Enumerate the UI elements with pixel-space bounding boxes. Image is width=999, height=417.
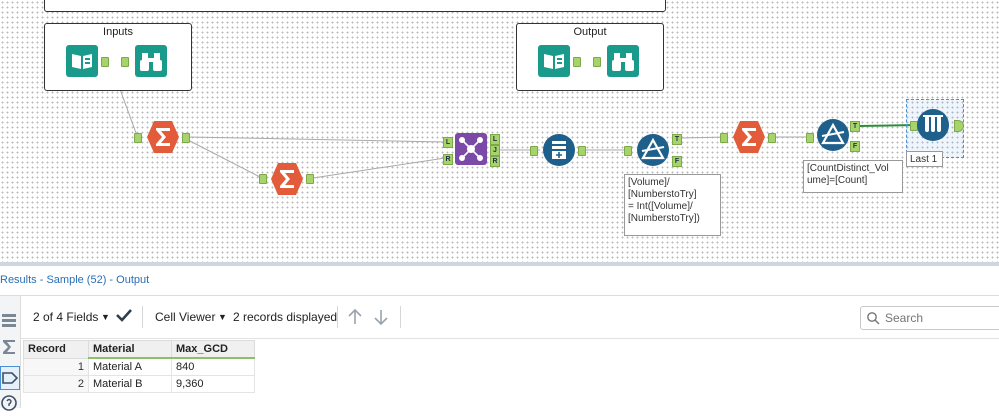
output-anchor[interactable] <box>101 57 109 67</box>
output-anchor[interactable] <box>182 133 190 143</box>
max-gcd-cell[interactable]: 9,360 <box>171 375 255 393</box>
sigma-icon <box>271 163 303 195</box>
input-anchor[interactable] <box>806 133 814 143</box>
container-title: Inputs <box>103 26 133 38</box>
input-anchor[interactable] <box>720 133 728 143</box>
join-right-anchor[interactable]: R <box>443 154 453 165</box>
join-icon <box>455 133 487 165</box>
input-anchor[interactable] <box>134 133 142 143</box>
column-header-record[interactable]: Record <box>23 340 89 359</box>
search-box[interactable] <box>860 306 999 330</box>
summarize-tool[interactable] <box>146 120 180 154</box>
filter-tool[interactable] <box>816 118 850 152</box>
input-anchor[interactable] <box>530 146 538 156</box>
sigma-icon[interactable] <box>0 336 18 358</box>
arrow-up-icon[interactable] <box>347 308 363 329</box>
table-row[interactable]: 1 Material A 840 <box>23 357 255 376</box>
input-anchor[interactable] <box>624 146 632 156</box>
browse-tool[interactable] <box>606 44 640 78</box>
output-anchor[interactable] <box>768 133 776 143</box>
tag-icon[interactable] <box>0 366 20 390</box>
material-cell[interactable]: Material A <box>88 357 172 376</box>
filter-false-anchor[interactable]: F <box>850 141 860 152</box>
toolbar-divider <box>400 306 401 328</box>
top-container-box[interactable] <box>44 0 666 12</box>
records-count: 2 records displayed <box>233 310 338 324</box>
book-icon <box>66 45 98 77</box>
checkmark-icon[interactable] <box>115 306 133 327</box>
output-data-tool[interactable] <box>537 44 571 78</box>
binoculars-icon <box>607 45 639 77</box>
table-view-icon[interactable] <box>0 310 18 332</box>
search-input[interactable] <box>883 309 997 327</box>
join-joined-output-anchor[interactable]: J <box>490 145 500 156</box>
column-header-max-gcd[interactable]: Max_GCD <box>171 340 255 359</box>
join-tool[interactable] <box>454 132 488 166</box>
table-header-row: Record Material Max_GCD <box>23 340 255 359</box>
join-right-output-anchor[interactable]: R <box>490 156 500 167</box>
results-table: Record Material Max_GCD 1 Material A 840… <box>23 340 255 393</box>
help-icon[interactable] <box>0 392 18 414</box>
input-anchor[interactable] <box>593 57 601 67</box>
filter-annotation: [CountDistinct_Vol ume]=[Count] <box>803 160 903 193</box>
search-icon <box>867 312 880 325</box>
arrow-down-icon[interactable] <box>373 308 389 329</box>
filter-annotation: [Volume]/ [NumberstoTry] = Int([Volume]/… <box>624 174 721 236</box>
toolbar-divider <box>337 306 338 328</box>
record-cell[interactable]: 1 <box>23 357 89 376</box>
sample-annotation: Last 1 <box>906 151 943 167</box>
table-row[interactable]: 2 Material B 9,360 <box>23 375 255 393</box>
filter-true-anchor[interactable]: T <box>672 134 682 145</box>
max-gcd-cell[interactable]: 840 <box>171 357 255 376</box>
book-icon <box>538 45 570 77</box>
input-anchor[interactable] <box>259 174 267 184</box>
input-data-tool[interactable] <box>65 44 99 78</box>
filter-true-anchor[interactable]: T <box>850 121 860 132</box>
results-title: Results - Sample (52) - Output <box>0 274 150 286</box>
results-side-rail <box>0 296 21 411</box>
summarize-tool[interactable] <box>732 120 766 154</box>
workflow-canvas[interactable]: Inputs Output L R L J R T F [Volume]/ [N… <box>0 0 999 262</box>
join-left-output-anchor[interactable]: L <box>490 134 500 145</box>
sample-tool[interactable] <box>916 108 950 142</box>
input-anchor[interactable] <box>121 57 129 67</box>
output-anchor[interactable] <box>306 174 314 184</box>
toolbar-divider <box>142 306 143 328</box>
summarize-tool[interactable] <box>270 162 304 196</box>
results-toolbar: 2 of 4 Fields ▼ Cell Viewer ▼ 2 records … <box>20 296 999 339</box>
chevron-down-icon[interactable]: ▼ <box>218 312 227 322</box>
cell-viewer-selector[interactable]: Cell Viewer <box>155 310 215 324</box>
column-header-material[interactable]: Material <box>88 340 172 359</box>
output-anchor[interactable] <box>578 146 586 156</box>
container-title: Output <box>573 26 607 38</box>
material-cell[interactable]: Material B <box>88 375 172 393</box>
join-left-anchor[interactable]: L <box>443 137 453 148</box>
panel-divider[interactable] <box>0 262 999 266</box>
record-cell[interactable]: 2 <box>23 375 89 393</box>
output-anchor[interactable] <box>573 57 581 67</box>
filter-tool[interactable] <box>636 133 670 167</box>
filter-false-anchor[interactable]: F <box>672 156 682 167</box>
chevron-down-icon[interactable]: ▼ <box>101 312 110 322</box>
formula-icon <box>543 134 575 166</box>
binoculars-icon <box>135 45 167 77</box>
fields-selector[interactable]: 2 of 4 Fields <box>33 310 98 324</box>
filter-icon <box>817 119 849 151</box>
results-panel: 2 of 4 Fields ▼ Cell Viewer ▼ 2 records … <box>0 295 999 411</box>
test-tubes-icon <box>917 109 949 141</box>
browse-tool[interactable] <box>134 44 168 78</box>
sigma-icon <box>733 121 765 153</box>
filter-icon <box>637 134 669 166</box>
sigma-icon <box>147 121 179 153</box>
formula-tool[interactable] <box>542 133 576 167</box>
